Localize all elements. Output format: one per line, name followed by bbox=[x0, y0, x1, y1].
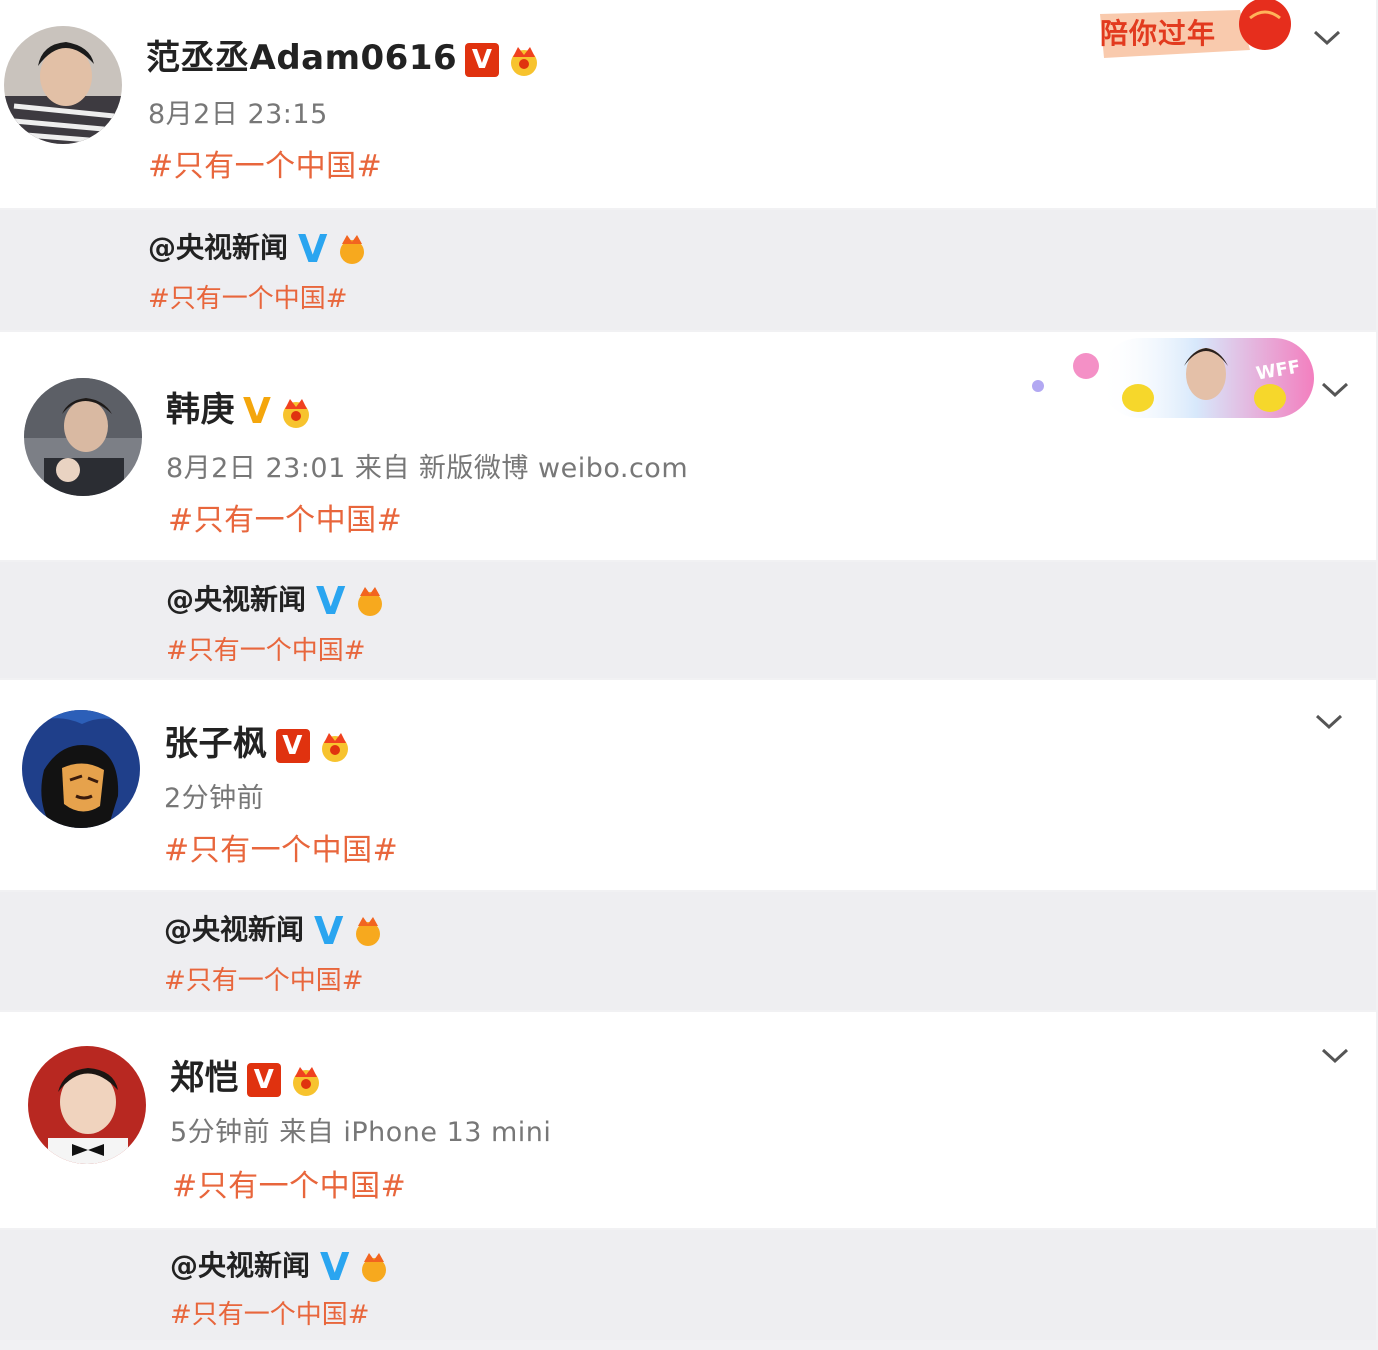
post-time: 8月2日 23:01 来自 新版微博 weibo.com bbox=[166, 453, 689, 484]
verified-badge-icon: V bbox=[247, 1062, 281, 1097]
chevron-down-icon[interactable] bbox=[1320, 1046, 1350, 1066]
post-time: 2分钟前 bbox=[164, 783, 265, 814]
topic-link[interactable]: #只有一个中国# bbox=[148, 148, 382, 186]
repost-topic-link[interactable]: #只有一个中国# bbox=[148, 282, 348, 316]
chevron-down-icon[interactable] bbox=[1314, 712, 1344, 732]
repost-card[interactable]: @央视新闻 V #只有一个中国# bbox=[0, 562, 1376, 678]
crown-icon bbox=[293, 1066, 319, 1096]
crown-icon bbox=[358, 587, 383, 616]
repost-author[interactable]: @央视新闻 V bbox=[164, 909, 387, 953]
repost-author-text[interactable]: @央视新闻 bbox=[148, 231, 288, 264]
username-text[interactable]: 韩庚 bbox=[166, 390, 235, 430]
repost-topic-link[interactable]: #只有一个中国# bbox=[170, 1298, 370, 1332]
topic-link[interactable]: #只有一个中国# bbox=[168, 502, 402, 540]
post-time: 8月2日 23:15 bbox=[148, 99, 328, 130]
repost-topic-link[interactable]: #只有一个中国# bbox=[166, 634, 366, 668]
crown-icon bbox=[340, 235, 365, 264]
avatar[interactable] bbox=[24, 378, 142, 496]
post-card: 韩庚 V 8月2日 23:01 来自 新版微博 weibo.com #只有一个中国… bbox=[0, 332, 1376, 560]
username[interactable]: 韩庚 V bbox=[166, 390, 315, 430]
repost-card[interactable]: @央视新闻 V #只有一个中国# bbox=[0, 210, 1376, 330]
repost-topic-link[interactable]: #只有一个中国# bbox=[164, 964, 364, 998]
username-text[interactable]: 范丞丞Adam0616 bbox=[146, 38, 457, 78]
repost-author-text[interactable]: @央视新闻 bbox=[170, 1249, 310, 1282]
crown-icon bbox=[321, 732, 348, 762]
chevron-down-icon[interactable] bbox=[1320, 380, 1350, 400]
repost-card[interactable]: @央视新闻 V #只有一个中国# bbox=[0, 892, 1376, 1010]
avatar[interactable] bbox=[28, 1046, 146, 1164]
topic-link[interactable]: #只有一个中国# bbox=[164, 832, 398, 870]
post-card: 范丞丞Adam0616 V 8月2日 23:15 #只有一个中国# 陪你过年 bbox=[0, 0, 1376, 208]
repost-author[interactable]: @央视新闻 V bbox=[166, 579, 389, 623]
repost-author[interactable]: @央视新闻 V bbox=[148, 227, 371, 271]
verified-badge-icon: V bbox=[243, 390, 272, 432]
avatar[interactable] bbox=[4, 26, 122, 144]
username-text[interactable]: 张子枫 bbox=[164, 724, 268, 764]
crown-icon bbox=[283, 398, 310, 428]
avatar[interactable] bbox=[22, 710, 140, 828]
weibo-feed: 范丞丞Adam0616 V 8月2日 23:15 #只有一个中国# 陪你过年 @央… bbox=[0, 0, 1378, 1350]
verified-badge-icon: V bbox=[316, 579, 346, 623]
crown-icon bbox=[511, 46, 538, 76]
verified-badge-icon: V bbox=[465, 42, 500, 77]
repost-author-text[interactable]: @央视新闻 bbox=[166, 583, 306, 616]
banner-text: 陪你过年 bbox=[1100, 17, 1217, 50]
username[interactable]: 范丞丞Adam0616 V bbox=[146, 38, 543, 78]
verified-badge-icon: V bbox=[298, 227, 328, 271]
repost-author-text[interactable]: @央视新闻 bbox=[164, 913, 304, 946]
fan-banner[interactable]: WFF bbox=[1020, 336, 1316, 420]
crown-icon bbox=[362, 1253, 387, 1282]
topic-link[interactable]: #只有一个中国# bbox=[172, 1168, 406, 1206]
username[interactable]: 张子枫 V bbox=[164, 724, 354, 764]
post-card: 郑恺 V 5分钟前 来自 iPhone 13 mini #只有一个中国# bbox=[0, 1012, 1376, 1228]
verified-badge-icon: V bbox=[320, 1245, 350, 1289]
chevron-down-icon[interactable] bbox=[1312, 28, 1342, 48]
username[interactable]: 郑恺 V bbox=[170, 1058, 325, 1098]
verified-badge-icon: V bbox=[314, 909, 344, 953]
crown-icon bbox=[356, 917, 381, 946]
username-text[interactable]: 郑恺 bbox=[170, 1058, 239, 1098]
new-year-banner[interactable]: 陪你过年 bbox=[1100, 0, 1300, 58]
post-time: 5分钟前 来自 iPhone 13 mini bbox=[170, 1117, 552, 1148]
repost-card[interactable]: @央视新闻 V #只有一个中国# bbox=[0, 1230, 1376, 1340]
verified-badge-icon: V bbox=[275, 728, 310, 763]
repost-author[interactable]: @央视新闻 V bbox=[170, 1245, 393, 1289]
post-card: 张子枫 V 2分钟前 #只有一个中国# bbox=[0, 680, 1376, 890]
